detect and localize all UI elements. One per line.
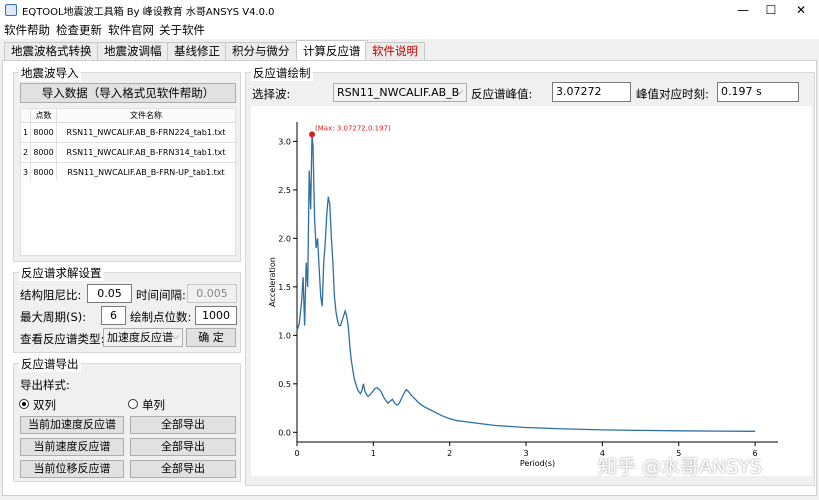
confirm-button[interactable]: 确 定 [186, 328, 236, 347]
export-group-title: 反应谱导出 [19, 356, 81, 372]
solve-group-title: 反应谱求解设置 [19, 265, 104, 281]
close-button[interactable]: ✕ [786, 0, 816, 20]
double-column-label: 双列 [33, 398, 56, 412]
chevron-down-icon: ⌵ [456, 87, 463, 97]
file-table: 点数 文件名称 1 8000 RSN11_NWCALIF.AB_B-FRN224… [20, 108, 236, 183]
y-axis-label: Acceleration [268, 257, 277, 307]
time-step-input[interactable]: 0.005 [187, 284, 237, 303]
title-bar: EQTOOL地震波工具箱 By 峰设教育 水哥ANSYS V4.0.0 — ☐ … [0, 0, 819, 20]
y-tick-label: 1.0 [278, 331, 291, 340]
x-tick-label: 2 [447, 449, 452, 458]
maximize-button[interactable]: ☐ [756, 0, 786, 20]
wave-select[interactable]: RSN11_NWCALIF.AB_B ⌵ [333, 83, 467, 102]
damping-label: 结构阻尼比: [20, 288, 82, 302]
app-icon [5, 4, 17, 16]
x-tick-label: 3 [524, 449, 529, 458]
y-tick-label: 1.5 [278, 283, 291, 292]
row-points: 8000 [30, 142, 57, 163]
tab-format-convert[interactable]: 地震波格式转换 [4, 42, 99, 60]
column-header: 文件名称 [56, 108, 236, 123]
wave-select-label: 选择波: [252, 87, 291, 101]
row-filename: RSN11_NWCALIF.AB_B-FRN314_tab1.txt [56, 142, 236, 163]
peak-time-label: 峰值对应时刻: [636, 87, 709, 101]
export-disp-button[interactable]: 当前位移反应谱 [20, 460, 124, 478]
import-data-button[interactable]: 导入数据（导入格式见软件帮助） [20, 83, 236, 103]
table-row[interactable]: 2 8000 RSN11_NWCALIF.AB_B-FRN314_tab1.tx… [20, 142, 236, 163]
spectrum-type-value: 加速度反应谱 [107, 331, 173, 344]
menu-help[interactable]: 软件帮助 [4, 22, 50, 38]
table-row[interactable]: 1 8000 RSN11_NWCALIF.AB_B-FRN224_tab1.tx… [20, 122, 236, 143]
tab-bar: 地震波格式转换 地震波调幅 基线修正 积分与微分 计算反应谱 软件说明 [0, 40, 819, 60]
export-all-button[interactable]: 全部导出 [130, 438, 236, 456]
file-table-empty-area [20, 180, 236, 256]
single-column-label: 单列 [142, 398, 165, 412]
tab-integrate[interactable]: 积分与微分 [225, 42, 297, 60]
peak-annotation: (Max: 3.07272,0.197) [315, 124, 391, 132]
x-tick-label: 0 [294, 449, 299, 458]
row-index: 1 [20, 122, 31, 143]
menu-check-update[interactable]: 检查更新 [56, 22, 102, 38]
menu-about[interactable]: 关于软件 [159, 22, 205, 38]
plot-group-title: 反应谱绘制 [251, 65, 313, 81]
y-tick-label: 3.0 [278, 137, 291, 146]
menu-website[interactable]: 软件官网 [108, 22, 154, 38]
table-header: 点数 文件名称 [20, 108, 236, 123]
menu-bar: 软件帮助 检查更新 软件官网 关于软件 [0, 20, 819, 39]
import-group-title: 地震波导入 [19, 65, 81, 81]
wave-select-value: RSN11_NWCALIF.AB_B [337, 86, 460, 99]
max-period-label: 最大周期(S): [20, 310, 87, 324]
row-index: 2 [20, 142, 31, 163]
radio-single-column[interactable] [128, 399, 138, 409]
spectrum-type-select[interactable]: 加速度反应谱 ⌵ [103, 328, 183, 347]
tab-response-spectrum[interactable]: 计算反应谱 [296, 40, 368, 60]
spectrum-type-label: 查看反应谱类型: [20, 332, 105, 346]
y-tick-label: 2.5 [278, 186, 291, 195]
column-header [20, 108, 31, 123]
export-all-button[interactable]: 全部导出 [130, 416, 236, 434]
export-all-button[interactable]: 全部导出 [130, 460, 236, 478]
time-step-label: 时间间隔: [136, 288, 186, 302]
response-spectrum-chart: 0 1 2 3 4 5 60.00.51.01.52.02.53.0Period(s)Acc… [268, 122, 778, 468]
y-tick-label: 0.0 [278, 428, 291, 437]
tab-software-guide[interactable]: 软件说明 [365, 42, 425, 60]
x-tick-label: 1 [371, 449, 376, 458]
radio-double-column[interactable] [19, 399, 29, 409]
plot-area: 0 1 2 3 4 5 6 0.0 0.5 1.0 1.5 2.0 2.5 3.0 Period(s) Acc… [251, 106, 812, 476]
damping-input[interactable]: 0.05 [87, 284, 132, 303]
chevron-down-icon: ⌵ [172, 332, 179, 342]
peak-value-field[interactable]: 3.07272 [552, 82, 631, 102]
watermark: 知乎 @水哥ANSYS [598, 456, 762, 478]
window-title: EQTOOL地震波工具箱 By 峰设教育 水哥ANSYS V4.0.0 [22, 7, 275, 18]
x-axis-label: Period(s) [520, 459, 555, 468]
export-style-label: 导出样式: [20, 378, 70, 392]
row-points: 8000 [30, 122, 57, 143]
y-tick-label: 2.0 [278, 234, 291, 243]
plot-points-input[interactable]: 1000 [195, 306, 237, 325]
tab-amplitude[interactable]: 地震波调幅 [97, 42, 169, 60]
minimize-button[interactable]: — [728, 0, 758, 20]
peak-time-field[interactable]: 0.197 s [717, 82, 799, 102]
peak-label: 反应谱峰值: [471, 87, 533, 101]
spectrum-line [296, 134, 756, 432]
plot-points-label: 绘制点位数: [130, 310, 192, 324]
export-vel-button[interactable]: 当前速度反应谱 [20, 438, 124, 456]
column-header: 点数 [30, 108, 57, 123]
max-period-input[interactable]: 6 [101, 306, 126, 325]
y-tick-label: 0.5 [278, 380, 291, 389]
export-acc-button[interactable]: 当前加速度反应谱 [20, 416, 124, 434]
tab-baseline[interactable]: 基线修正 [167, 42, 227, 60]
row-filename: RSN11_NWCALIF.AB_B-FRN224_tab1.txt [56, 122, 236, 143]
